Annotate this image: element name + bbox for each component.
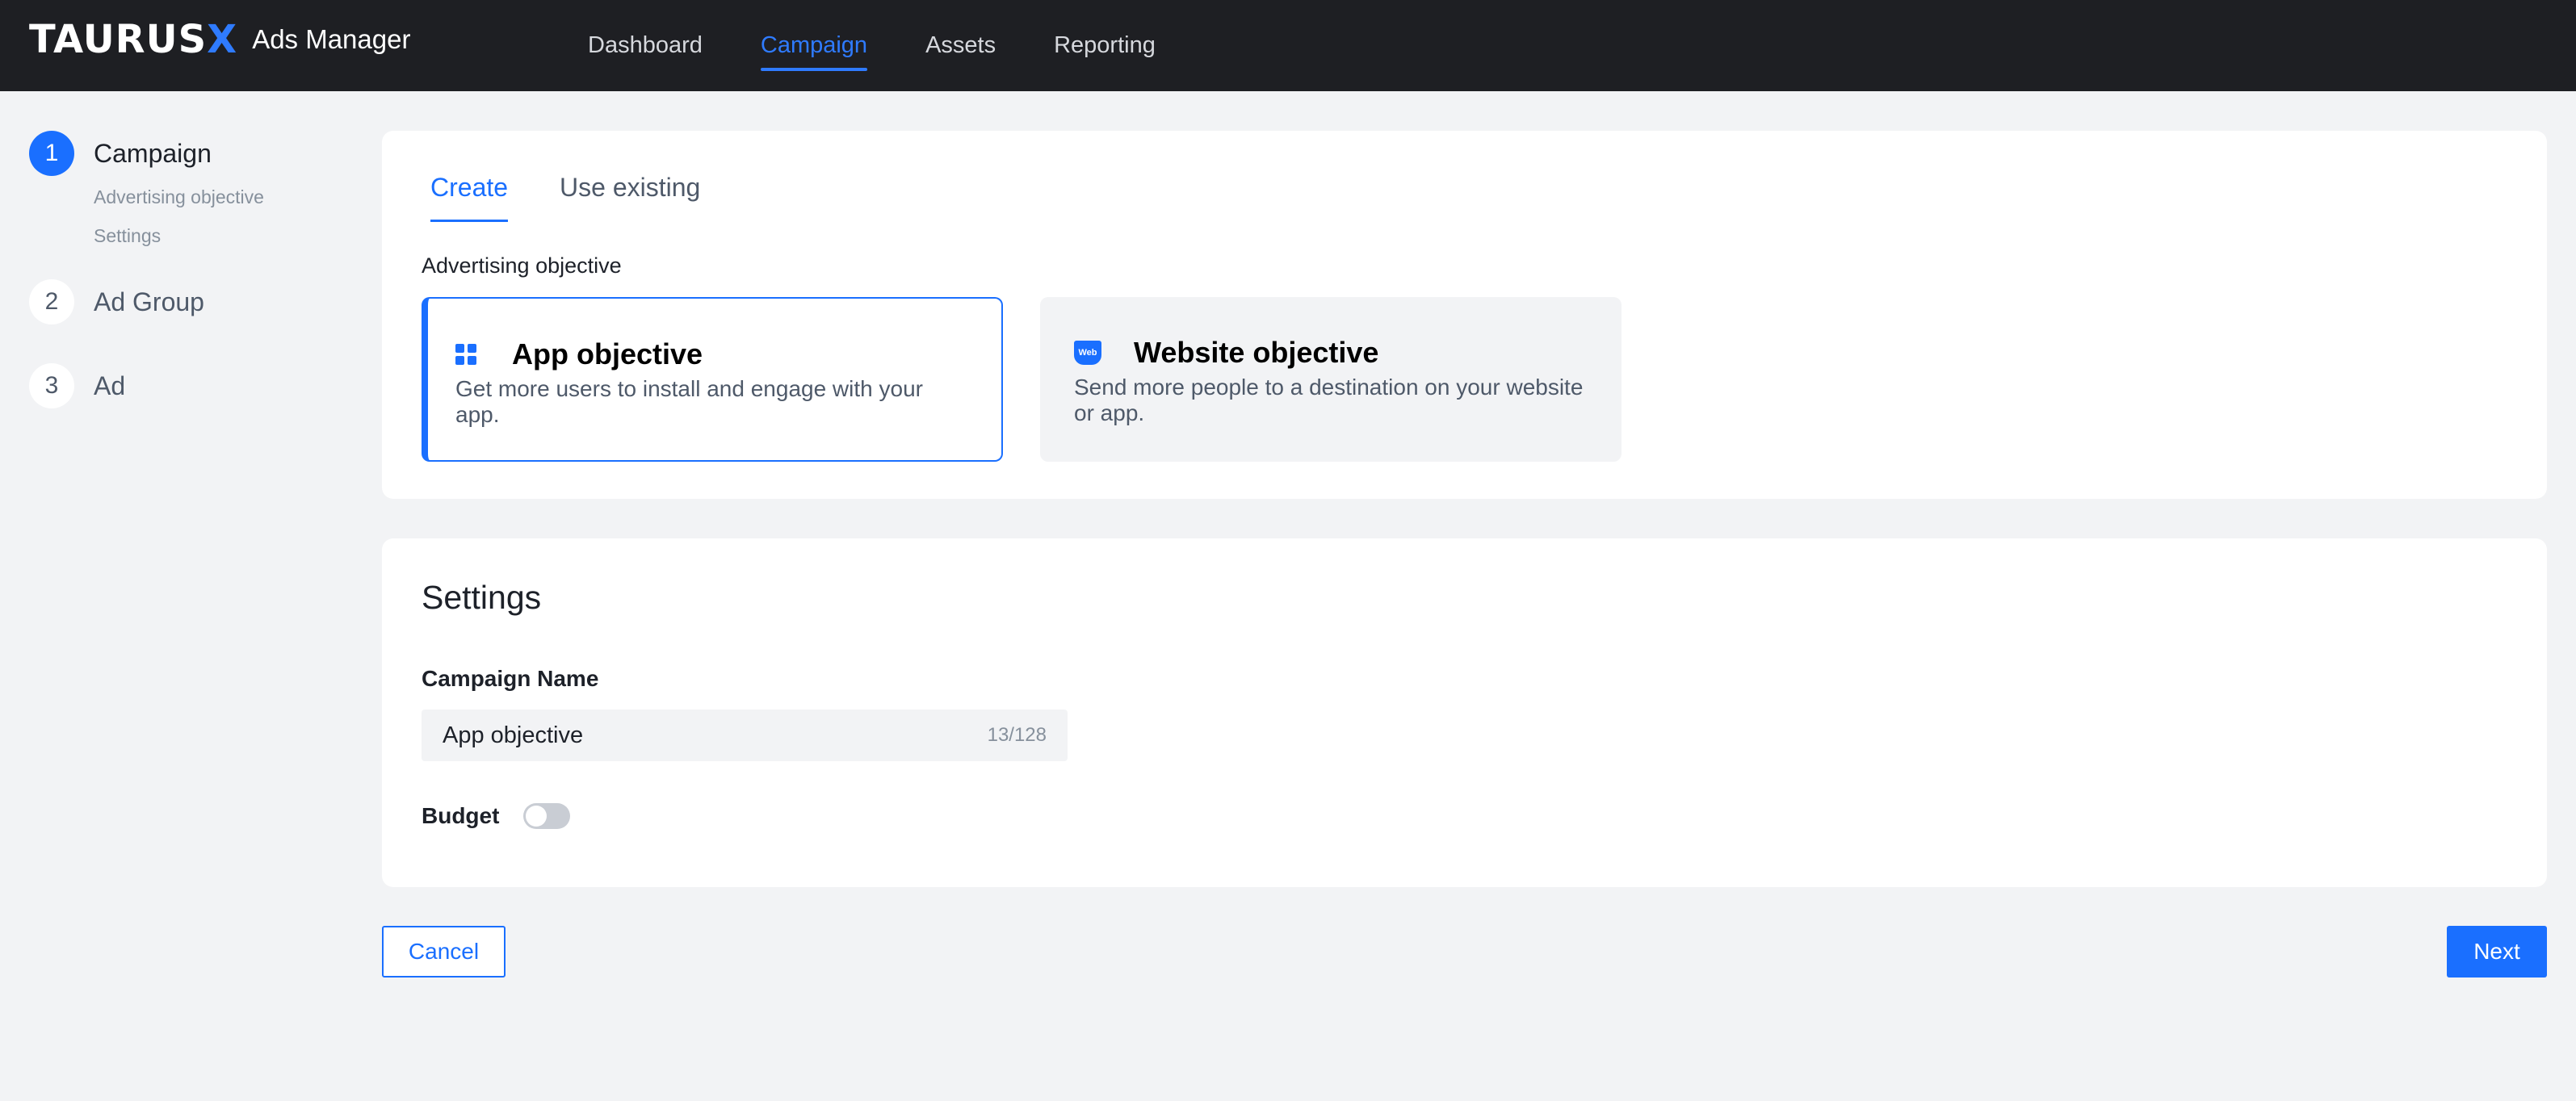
budget-row: Budget [422,803,571,829]
step-number: 2 [29,279,74,324]
step-ad-group[interactable]: 2 Ad Group [29,279,368,324]
app-objective-option[interactable]: App objective Get more users to install … [422,297,1003,462]
section-label: Advertising objective [422,253,622,278]
app-subtitle: Ads Manager [252,24,411,54]
main-nav: Dashboard Campaign Assets Reporting [588,0,1214,91]
campaign-name-input[interactable] [443,710,959,761]
objective-card: Create Use existing Advertising objectiv… [382,131,2547,499]
step-campaign[interactable]: 1 Campaign [29,131,368,176]
grid-icon [455,344,476,365]
nav-reporting[interactable]: Reporting [1054,0,1156,91]
option-description: Get more users to install and engage wit… [455,376,923,427]
settings-title: Settings [422,579,542,616]
top-bar: TAURUSX Ads Manager Dashboard Campaign A… [0,0,2576,91]
option-description: Send more people to a destination on you… [1074,375,1584,425]
step-title: Ad [94,370,126,400]
step-number: 1 [29,131,74,176]
substep-settings[interactable]: Settings [94,216,368,255]
nav-dashboard[interactable]: Dashboard [588,0,703,91]
budget-toggle[interactable] [523,803,571,829]
nav-campaign[interactable]: Campaign [760,0,868,91]
substep-advertising-objective[interactable]: Advertising objective [94,178,368,216]
step-number: 3 [29,363,74,408]
campaign-tabs: Create Use existing [430,173,752,223]
step-navigator: 1 Campaign Advertising objective Setting… [29,131,368,408]
option-title: App objective [512,337,703,370]
tab-use-existing[interactable]: Use existing [560,173,700,223]
campaign-name-field[interactable]: 13/128 [422,710,1068,761]
logo[interactable]: TAURUSX Ads Manager [29,17,411,62]
option-header: App objective [455,337,703,371]
step-ad[interactable]: 3 Ad [29,363,368,408]
logo-x-mark: X [207,17,238,62]
character-counter: 13/128 [987,724,1047,746]
nav-assets[interactable]: Assets [925,0,996,91]
next-button[interactable]: Next [2447,926,2547,978]
step-title: Campaign [94,138,212,168]
budget-label: Budget [422,803,500,828]
cancel-button[interactable]: Cancel [382,926,506,978]
step-title: Ad Group [94,287,204,316]
tab-create[interactable]: Create [430,173,509,223]
settings-card: Settings Campaign Name 13/128 Budget [382,538,2547,887]
campaign-name-label: Campaign Name [422,666,599,691]
option-title: Website objective [1134,336,1379,369]
website-objective-option[interactable]: Web Website objective Send more people t… [1040,297,1622,462]
web-icon: Web [1074,341,1101,365]
logo-text: TAURUSX [29,17,238,62]
option-header: Web Website objective [1074,336,1378,370]
